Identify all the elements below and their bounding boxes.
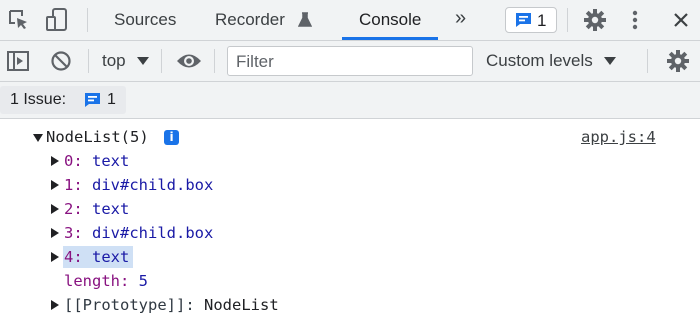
- expand-arrow-icon[interactable]: [51, 180, 59, 190]
- item-key: 2: [64, 200, 74, 218]
- device-toolbar-icon[interactable]: [46, 8, 68, 32]
- issues-count: 1: [537, 11, 547, 30]
- settings-gear-icon[interactable]: [584, 9, 606, 31]
- log-levels-dropdown[interactable]: Custom levels: [480, 41, 620, 81]
- expand-arrow-icon[interactable]: [51, 228, 59, 238]
- info-icon[interactable]: i: [164, 130, 179, 145]
- list-item-selected[interactable]: 4: text: [64, 246, 129, 268]
- divider: [647, 49, 648, 73]
- item-key: 1: [64, 176, 74, 194]
- clear-console-icon[interactable]: [50, 50, 72, 72]
- expand-arrow-icon[interactable]: [51, 252, 59, 262]
- active-tab-indicator: [342, 37, 438, 40]
- prototype-label: [[Prototype]]: [64, 296, 186, 314]
- nodelist-header[interactable]: NodeList(5): [46, 126, 149, 148]
- list-item[interactable]: 0: text: [64, 150, 129, 172]
- expand-arrow-icon[interactable]: [51, 204, 59, 214]
- source-link[interactable]: app.js:4: [581, 126, 656, 148]
- item-value: text: [92, 200, 130, 218]
- close-icon[interactable]: [673, 12, 689, 28]
- live-expression-eye-icon[interactable]: [176, 52, 202, 70]
- item-key: 0: [64, 152, 74, 170]
- context-selector[interactable]: top: [96, 41, 154, 81]
- item-value: text: [92, 248, 130, 266]
- expand-arrow-icon[interactable]: [51, 156, 59, 166]
- tab-console[interactable]: Console: [359, 10, 421, 30]
- divider: [214, 49, 215, 73]
- more-tabs-button[interactable]: »: [455, 7, 466, 30]
- log-levels-label: Custom levels: [486, 51, 593, 70]
- issues-bar-count: 1: [107, 91, 116, 108]
- console-settings-gear-icon[interactable]: [667, 50, 689, 72]
- item-key: 4: [64, 248, 74, 266]
- dropdown-arrow-icon: [604, 57, 616, 65]
- message-icon: [85, 93, 100, 107]
- issues-bar: 1 Issue: 1: [0, 82, 700, 119]
- length-property: length: 5: [64, 272, 149, 290]
- context-label: top: [102, 51, 126, 70]
- show-sidebar-icon[interactable]: [7, 51, 29, 71]
- length-label: length: [64, 272, 120, 290]
- list-item[interactable]: 1: div#child.box: [64, 174, 213, 196]
- console-toolbar: top Filter Custom levels: [0, 41, 700, 82]
- item-value: text: [92, 152, 130, 170]
- divider: [87, 8, 88, 32]
- flask-icon: [298, 12, 312, 27]
- issues-button[interactable]: 1 Issue: 1: [0, 86, 126, 114]
- length-value: 5: [138, 272, 149, 290]
- item-key: 3: [64, 224, 74, 242]
- list-item[interactable]: 2: text: [64, 198, 129, 220]
- issues-label: 1 Issue:: [10, 91, 67, 108]
- divider: [88, 49, 89, 73]
- list-item[interactable]: 3: div#child.box: [64, 222, 213, 244]
- dropdown-arrow-icon: [137, 57, 149, 65]
- item-value: div#child.box: [92, 224, 214, 242]
- divider: [567, 8, 568, 32]
- issues-badge-button[interactable]: 1: [505, 7, 557, 33]
- devtools-tab-bar: Sources Recorder Console » 1: [0, 0, 700, 41]
- prototype-value: NodeList: [204, 296, 279, 314]
- divider: [161, 49, 162, 73]
- item-value: div#child.box: [92, 176, 214, 194]
- tab-recorder[interactable]: Recorder: [215, 10, 285, 30]
- expand-arrow-icon[interactable]: [51, 300, 59, 310]
- collapse-arrow-icon[interactable]: [33, 134, 43, 142]
- message-icon: [516, 13, 531, 27]
- prototype-property[interactable]: [[Prototype]]: NodeList: [64, 294, 279, 316]
- more-options-icon[interactable]: [631, 10, 639, 30]
- filter-placeholder: Filter: [236, 52, 274, 71]
- console-output: NodeList(5) i app.js:4 0: text 1: div#ch…: [0, 119, 700, 322]
- tab-sources[interactable]: Sources: [114, 10, 176, 30]
- filter-input[interactable]: Filter: [227, 46, 473, 76]
- inspect-element-icon[interactable]: [8, 9, 30, 31]
